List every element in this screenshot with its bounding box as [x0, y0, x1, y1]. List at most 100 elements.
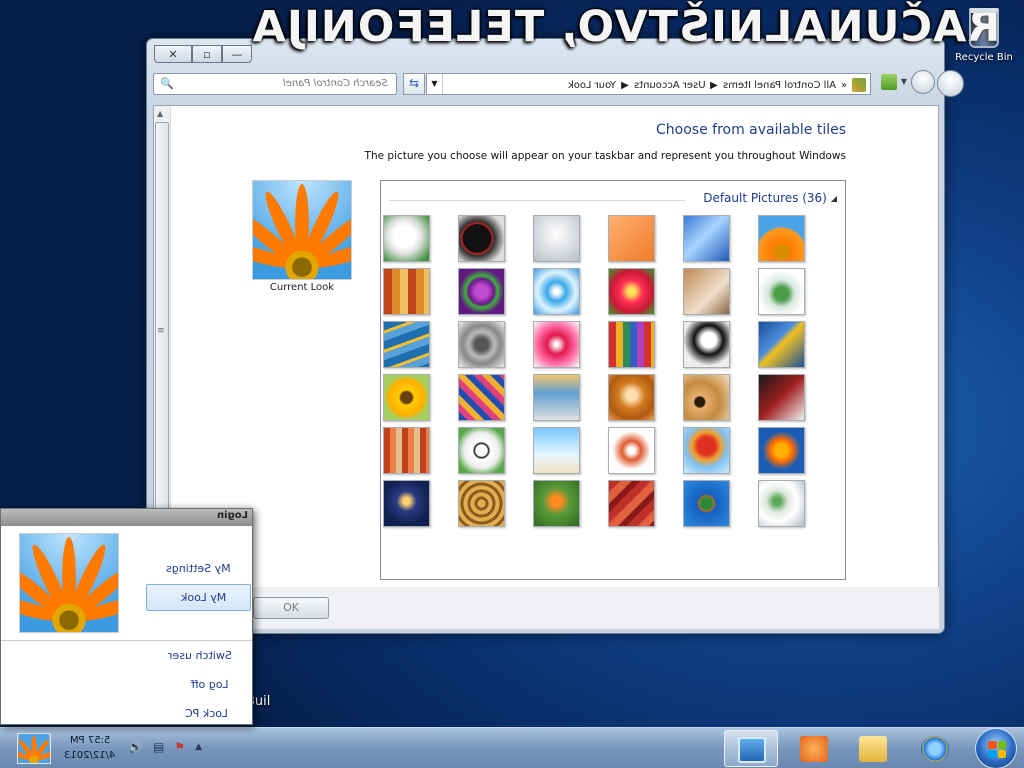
- forward-button[interactable]: [911, 70, 935, 94]
- breadcrumb-your-look[interactable]: Your Look: [568, 80, 616, 91]
- group-divider: [389, 200, 685, 201]
- tile-lucky-cat[interactable]: [383, 215, 430, 262]
- my-settings-link[interactable]: My Settings: [166, 562, 231, 575]
- tile-textile[interactable]: [383, 427, 430, 474]
- tile-butterfly[interactable]: [533, 480, 580, 527]
- tile-turntable[interactable]: [458, 215, 505, 262]
- tile-guitar[interactable]: [683, 374, 730, 421]
- tile-marbles[interactable]: [758, 480, 805, 527]
- log-off-link[interactable]: Log off: [191, 678, 228, 691]
- breadcrumb-all-items[interactable]: All Control Panel Items: [723, 80, 836, 91]
- tile-ball[interactable]: [458, 268, 505, 315]
- page-title: Choose from available tiles: [656, 122, 846, 138]
- tile-jacks[interactable]: [458, 321, 505, 368]
- address-bar[interactable]: ▼ « All Control Panel Items ◀ User Accou…: [426, 73, 871, 95]
- page-description: The picture you choose will appear on yo…: [364, 150, 846, 162]
- tile-abstract[interactable]: [683, 215, 730, 262]
- tile-leaf[interactable]: [758, 321, 805, 368]
- tile-fish[interactable]: [758, 427, 805, 474]
- scroll-up-icon[interactable]: ▲: [157, 109, 163, 118]
- close-button[interactable]: ✕: [154, 45, 192, 63]
- scroll-grip-icon: ≡: [157, 326, 165, 336]
- my-look-link[interactable]: My Look: [181, 591, 226, 604]
- refresh-button[interactable]: ⇆: [403, 73, 425, 95]
- tile-stairs[interactable]: [383, 321, 430, 368]
- tile-dog[interactable]: [683, 321, 730, 368]
- current-look-picture: [221, 180, 383, 284]
- network-icon[interactable]: ▤: [153, 740, 164, 754]
- picture-list: ◢ Default Pictures (36): [380, 180, 846, 580]
- taskbar-clock[interactable]: 5:57 PM 4/12/2013: [60, 733, 120, 763]
- navigation-buttons: ▼: [881, 70, 964, 97]
- breadcrumb-user-accounts[interactable]: User Accounts: [634, 80, 706, 91]
- tile-kitten[interactable]: [683, 268, 730, 315]
- recycle-bin-icon: [969, 8, 999, 48]
- ok-button[interactable]: OK: [253, 597, 329, 619]
- tile-origami-crane[interactable]: [758, 374, 805, 421]
- tile-balloon[interactable]: [683, 427, 730, 474]
- tile-sailboat[interactable]: [533, 427, 580, 474]
- internet-explorer-icon: [921, 736, 949, 762]
- media-player-icon: [800, 736, 828, 762]
- watermark-text: RAČUNALNIŠTVO, TELEFONIJA: [251, 2, 1001, 52]
- tile-pinwheel[interactable]: [533, 268, 580, 315]
- breadcrumb-overflow-icon[interactable]: «: [841, 80, 847, 91]
- tile-sunflower[interactable]: [383, 374, 430, 421]
- tile-window[interactable]: [683, 480, 730, 527]
- taskbar-control-panel[interactable]: [724, 730, 778, 767]
- tile-lantern[interactable]: [383, 480, 430, 527]
- tile-silk[interactable]: [458, 374, 505, 421]
- group-header[interactable]: ◢ Default Pictures (36): [703, 191, 837, 205]
- tile-spiral[interactable]: [458, 480, 505, 527]
- login-menu-separator: [1, 640, 252, 641]
- tile-globe[interactable]: [758, 268, 805, 315]
- login-menu-title: Login: [217, 510, 248, 521]
- scroll-thumb[interactable]: [155, 122, 169, 522]
- show-hidden-icons-icon[interactable]: ▲: [195, 742, 202, 754]
- volume-icon[interactable]: 🔊: [128, 740, 143, 754]
- group-title: Default Pictures (36): [703, 191, 827, 205]
- clock-time: 5:57 PM: [69, 735, 111, 746]
- address-dropdown-icon[interactable]: ▼: [427, 74, 443, 94]
- search-input[interactable]: 🔍 Search Control Panel: [153, 73, 397, 95]
- breadcrumb: « All Control Panel Items ◀ User Account…: [568, 76, 866, 94]
- restore-button[interactable]: ▫: [192, 45, 222, 63]
- tile-flower[interactable]: [758, 215, 805, 262]
- action-center-icon[interactable]: ⚑: [174, 740, 185, 754]
- start-button[interactable]: [975, 728, 1017, 768]
- login-menu-titlebar: Login: [1, 509, 252, 526]
- tile-red-flower[interactable]: [608, 268, 655, 315]
- taskbar-internet-explorer[interactable]: [908, 730, 962, 767]
- search-placeholder: Search Control Panel: [283, 78, 388, 89]
- taskbar-explorer[interactable]: [846, 730, 900, 767]
- control-panel-app-icon: [738, 737, 766, 763]
- recycle-bin[interactable]: Recycle Bin: [950, 8, 1018, 63]
- tile-red-star[interactable]: [533, 321, 580, 368]
- taskbar-media-player[interactable]: [787, 730, 841, 767]
- tile-toy-robot[interactable]: [533, 374, 580, 421]
- clock-date: 4/12/2013: [64, 750, 116, 761]
- tile-crayons[interactable]: [608, 321, 655, 368]
- tile-soccer-ball[interactable]: [458, 427, 505, 474]
- current-look: Current Look: [221, 180, 383, 293]
- tile-robot[interactable]: [533, 215, 580, 262]
- taskbar: 5:57 PM 4/12/2013 🔊 ▤ ⚑ ▲: [0, 727, 1024, 768]
- up-folder-icon[interactable]: [881, 74, 897, 90]
- current-look-label: Current Look: [269, 282, 335, 293]
- taskbar-user-tile[interactable]: [10, 733, 58, 765]
- tile-red-fabric[interactable]: [608, 480, 655, 527]
- content-pane: ▲ ≡ Choose from available tiles The pict…: [153, 105, 939, 621]
- switch-user-link[interactable]: Switch user: [168, 649, 232, 662]
- breadcrumb-separator-icon[interactable]: ◀: [710, 80, 718, 91]
- tile-fabric[interactable]: [383, 268, 430, 315]
- tile-starfish[interactable]: [608, 215, 655, 262]
- tile-puppy[interactable]: [608, 374, 655, 421]
- collapse-triangle-icon[interactable]: ◢: [831, 194, 837, 203]
- tile-ornament[interactable]: [608, 427, 655, 474]
- breadcrumb-separator-icon[interactable]: ◀: [621, 80, 629, 91]
- back-button[interactable]: [937, 70, 964, 97]
- lock-pc-link[interactable]: Lock PC: [185, 707, 228, 720]
- control-panel-window: ✕ ▫ — 🔍 Search Control Panel ⇆ ▼ « All C…: [146, 38, 964, 634]
- recent-pages-icon[interactable]: ▼: [899, 70, 909, 97]
- tile-grid: [383, 215, 825, 535]
